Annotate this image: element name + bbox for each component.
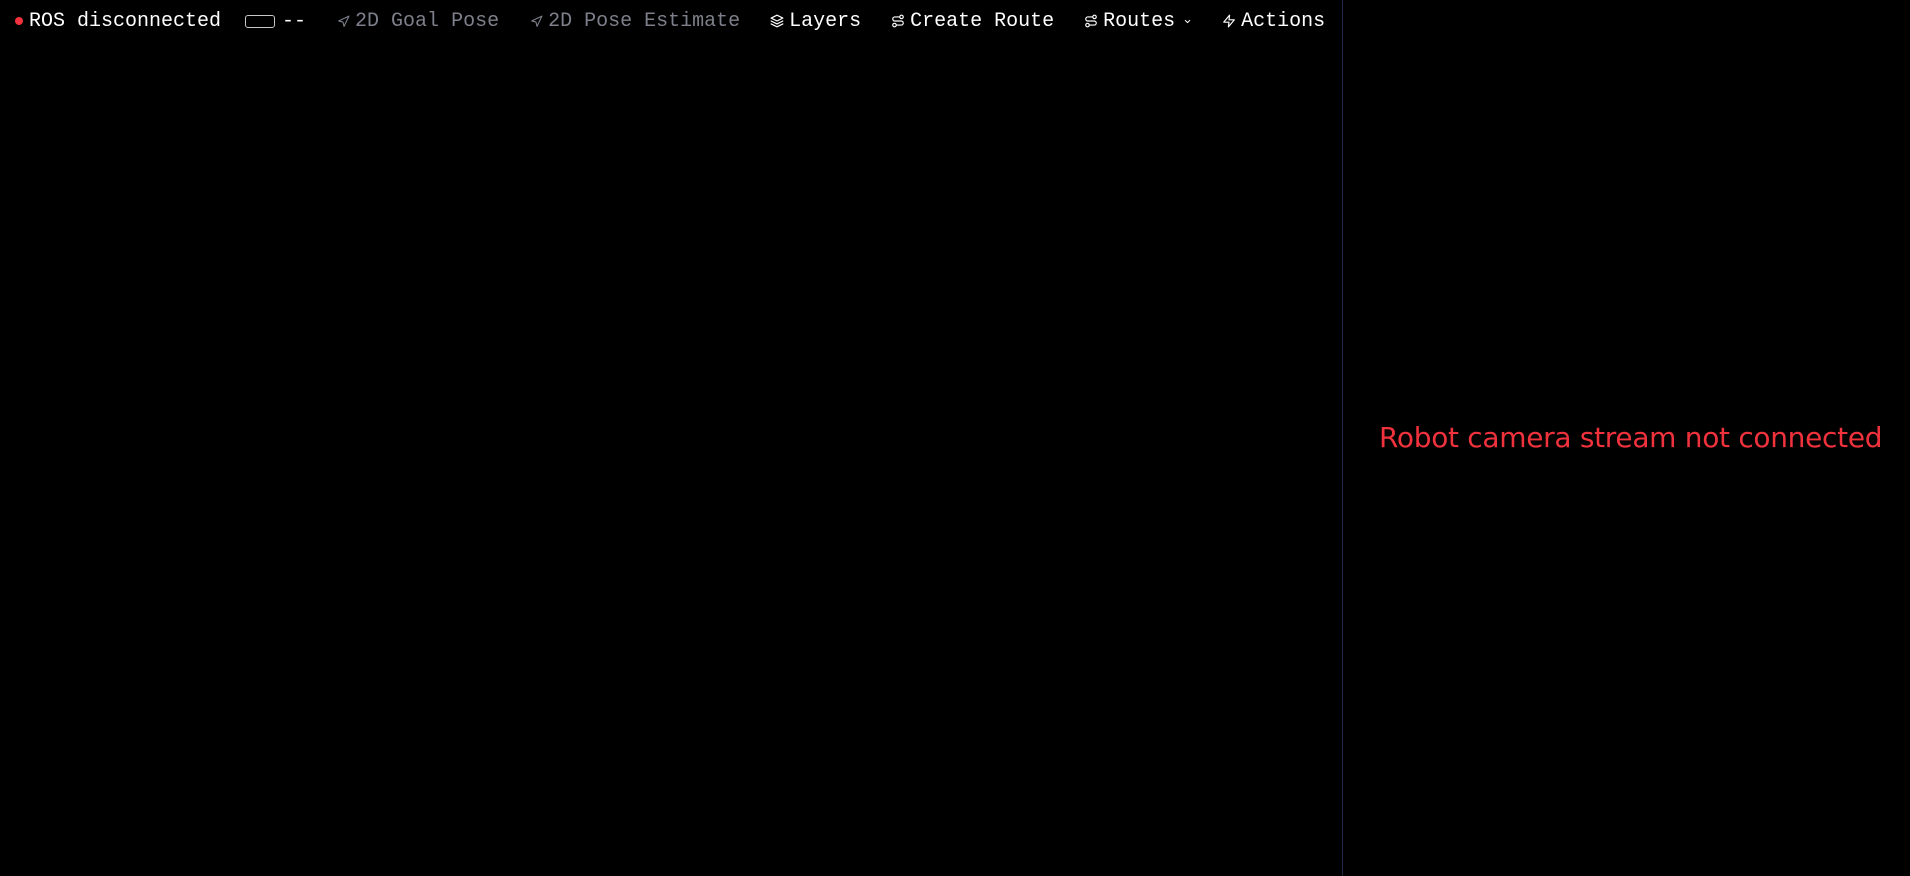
routes-dropdown[interactable]: Routes	[1084, 0, 1192, 42]
status-dot-icon	[15, 17, 23, 25]
app-root: ROS disconnected -- 2D Goal Pose 2D Pose…	[0, 0, 1910, 876]
layers-icon	[770, 14, 784, 28]
pose-estimate-button[interactable]: 2D Pose Estimate	[529, 0, 740, 42]
goal-pose-button[interactable]: 2D Goal Pose	[336, 0, 499, 42]
routes-label: Routes	[1103, 9, 1176, 33]
navigation-arrow-icon	[336, 14, 350, 28]
zap-icon	[1222, 14, 1236, 28]
route-icon	[1084, 14, 1098, 28]
battery-value: --	[282, 9, 307, 33]
layers-button[interactable]: Layers	[770, 0, 861, 42]
chevron-down-icon	[1182, 16, 1192, 26]
layers-label: Layers	[789, 9, 862, 33]
ros-status-label: ROS disconnected	[29, 9, 222, 33]
camera-status-message: Robot camera stream not connected	[1379, 421, 1883, 454]
ros-status-indicator: ROS disconnected	[0, 0, 221, 42]
actions-label: Actions	[1241, 9, 1326, 33]
camera-view: Robot camera stream not connected	[1343, 0, 1910, 876]
navigation-arrow-icon	[529, 14, 543, 28]
create-route-label: Create Route	[910, 9, 1055, 33]
route-icon	[891, 14, 905, 28]
create-route-button[interactable]: Create Route	[891, 0, 1054, 42]
goal-pose-label: 2D Goal Pose	[355, 9, 500, 33]
pose-estimate-label: 2D Pose Estimate	[548, 9, 741, 33]
battery-indicator: --	[245, 0, 306, 42]
map-canvas[interactable]	[0, 0, 1342, 876]
actions-button[interactable]: Actions	[1222, 0, 1325, 42]
battery-icon	[245, 14, 276, 28]
map-toolbar: ROS disconnected -- 2D Goal Pose 2D Pose…	[0, 0, 1325, 42]
